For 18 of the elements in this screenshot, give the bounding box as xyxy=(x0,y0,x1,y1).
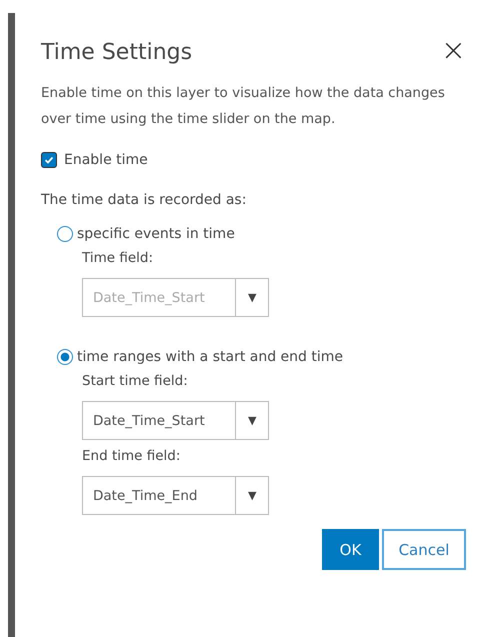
radio-button[interactable] xyxy=(57,226,73,242)
dropdown-field[interactable]: Date_Time_Start ▼ xyxy=(82,401,270,440)
section-label: The time data is recorded as: xyxy=(41,192,248,208)
cancel-button[interactable]: Cancel xyxy=(382,529,466,570)
description-text: Enable time on this layer to visualize how the data changes over time using the time slider on the map. xyxy=(41,84,446,129)
close-button[interactable]: × xyxy=(436,36,470,66)
dropdown-field[interactable]: Date_Time_End ▼ xyxy=(82,476,270,515)
ok-button[interactable]: OK xyxy=(322,529,379,570)
radio-label: specific events in time xyxy=(77,226,235,242)
checkbox-label: Enable time xyxy=(64,152,148,168)
checkbox[interactable] xyxy=(41,152,57,168)
field-label: Start time field: xyxy=(82,373,189,389)
radio-button[interactable] xyxy=(57,349,73,365)
field-label: End time field: xyxy=(82,448,182,464)
dialog-title: Time Settings xyxy=(41,40,192,65)
check-icon xyxy=(43,154,55,166)
radio-label: time ranges with a start and end time xyxy=(77,349,344,365)
field-label: Time field: xyxy=(82,250,154,266)
